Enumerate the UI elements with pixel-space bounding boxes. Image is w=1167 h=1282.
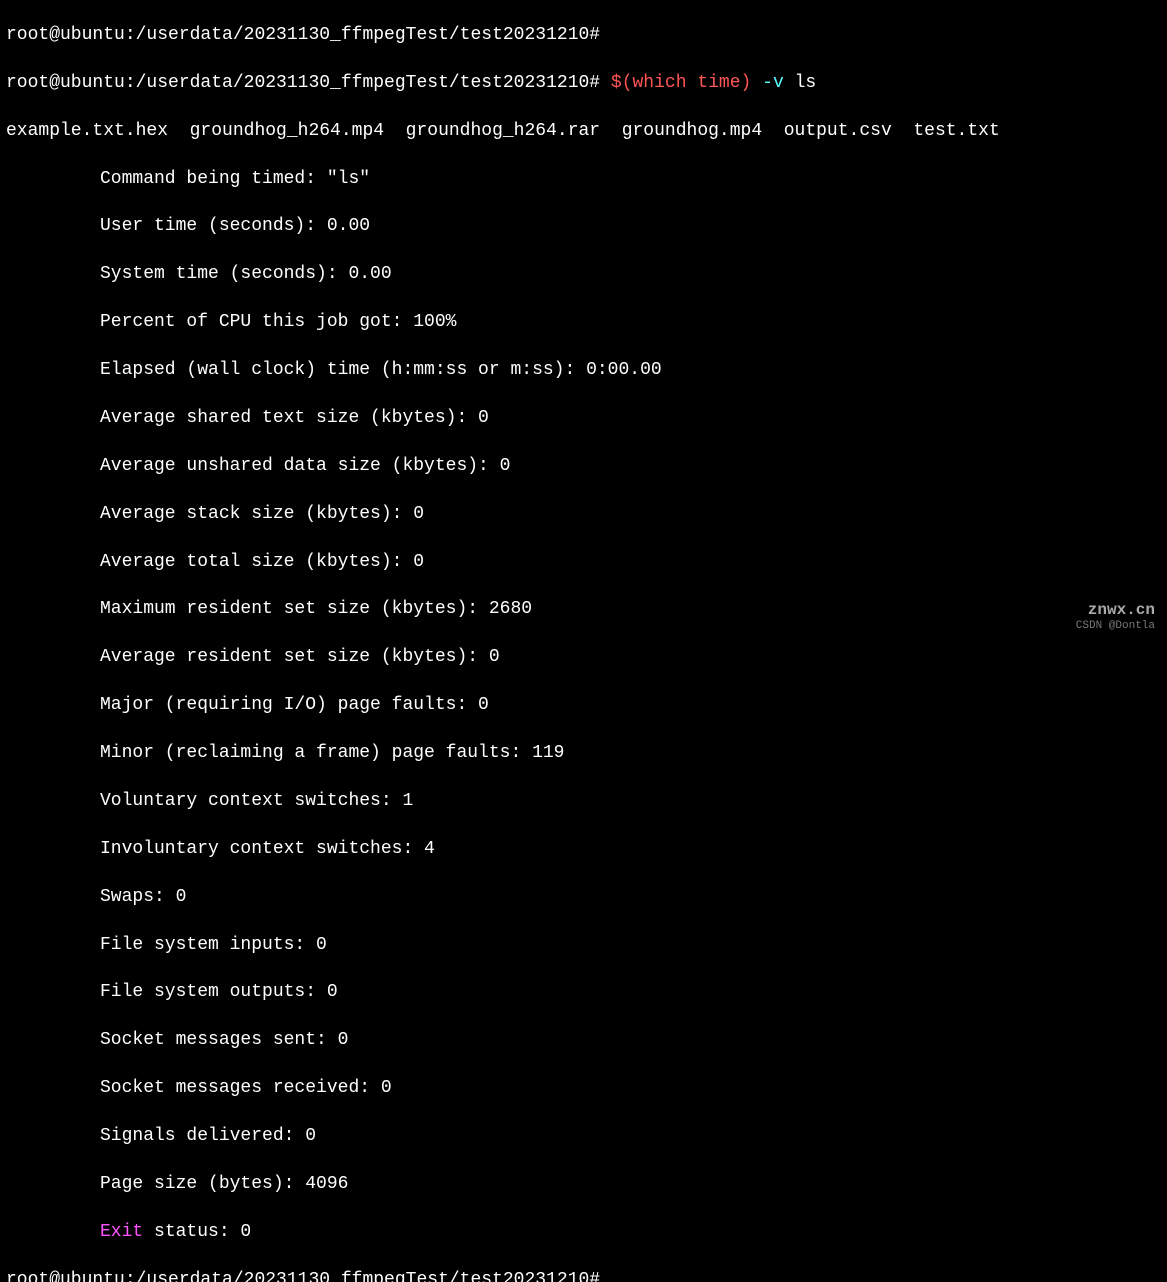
stat-max-resident: Maximum resident set size (kbytes): 2680 <box>6 598 1161 622</box>
terminal-output[interactable]: root@ubuntu:/userdata/20231130_ffmpegTes… <box>0 0 1167 1282</box>
stat-command-timed: Command being timed: "ls" <box>6 168 1161 192</box>
stat-voluntary-ctx: Voluntary context switches: 1 <box>6 790 1161 814</box>
stat-system-time: System time (seconds): 0.00 <box>6 263 1161 287</box>
stat-avg-total: Average total size (kbytes): 0 <box>6 551 1161 575</box>
stat-cpu-percent: Percent of CPU this job got: 100% <box>6 311 1161 335</box>
stat-avg-resident: Average resident set size (kbytes): 0 <box>6 646 1161 670</box>
stat-involuntary-ctx: Involuntary context switches: 4 <box>6 838 1161 862</box>
stat-minor-faults: Minor (reclaiming a frame) page faults: … <box>6 742 1161 766</box>
stat-fs-outputs: File system outputs: 0 <box>6 981 1161 1005</box>
prompt-line-2: root@ubuntu:/userdata/20231130_ffmpegTes… <box>6 73 611 93</box>
stat-exit-status: Exit status: 0 <box>6 1221 1161 1245</box>
stat-user-time: User time (seconds): 0.00 <box>6 215 1161 239</box>
stat-signals: Signals delivered: 0 <box>6 1125 1161 1149</box>
watermark-main: znwx.cn <box>1076 601 1155 620</box>
command-flag: -v <box>751 73 794 93</box>
stat-major-faults: Major (requiring I/O) page faults: 0 <box>6 694 1161 718</box>
stat-avg-unshared-data: Average unshared data size (kbytes): 0 <box>6 455 1161 479</box>
command-arg: ls <box>795 73 817 93</box>
command-substitution: $(which time) <box>611 73 751 93</box>
stat-elapsed: Elapsed (wall clock) time (h:mm:ss or m:… <box>6 359 1161 383</box>
stat-avg-shared-text: Average shared text size (kbytes): 0 <box>6 407 1161 431</box>
stat-socket-sent: Socket messages sent: 0 <box>6 1029 1161 1053</box>
stat-socket-recv: Socket messages received: 0 <box>6 1077 1161 1101</box>
stat-swaps: Swaps: 0 <box>6 886 1161 910</box>
watermark-sub: CSDN @Dontla <box>1076 620 1155 633</box>
exit-keyword: Exit <box>100 1222 143 1242</box>
ls-output: example.txt.hex groundhog_h264.mp4 groun… <box>6 120 1161 144</box>
exit-rest: status: 0 <box>143 1222 251 1242</box>
prompt-line-3: root@ubuntu:/userdata/20231130_ffmpegTes… <box>6 1270 600 1282</box>
stat-page-size: Page size (bytes): 4096 <box>6 1173 1161 1197</box>
stat-fs-inputs: File system inputs: 0 <box>6 934 1161 958</box>
prompt-line-1: root@ubuntu:/userdata/20231130_ffmpegTes… <box>6 25 600 45</box>
watermark: znwx.cn CSDN @Dontla <box>1076 601 1155 633</box>
stat-avg-stack: Average stack size (kbytes): 0 <box>6 503 1161 527</box>
